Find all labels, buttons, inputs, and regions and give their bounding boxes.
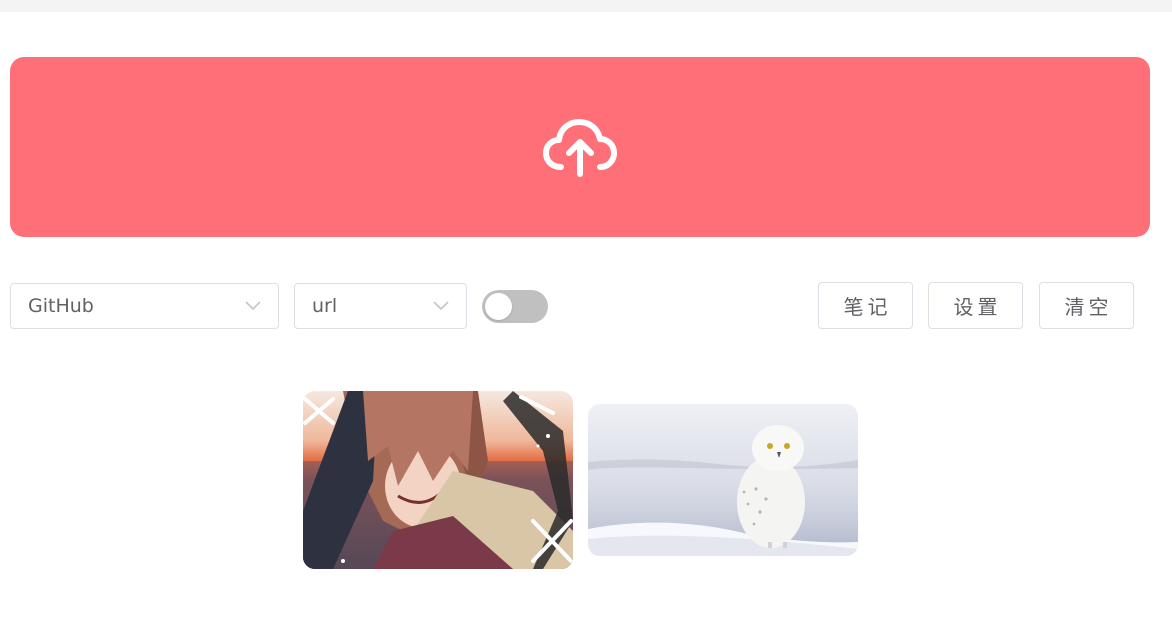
anime-illustration-image <box>303 391 573 569</box>
toggle-knob <box>485 293 512 320</box>
snowy-owl-image <box>588 404 858 556</box>
cloud-upload-icon <box>543 119 617 177</box>
upload-dropzone[interactable] <box>10 57 1150 237</box>
image-thumbnail-owl[interactable] <box>588 404 858 556</box>
format-select[interactable]: url <box>294 283 467 329</box>
host-select[interactable]: GitHub <box>10 283 279 329</box>
clear-button[interactable]: 清空 <box>1039 282 1134 329</box>
settings-button[interactable]: 设置 <box>928 282 1023 329</box>
notes-button[interactable]: 笔记 <box>818 282 913 329</box>
format-select-value: url <box>312 295 338 317</box>
chevron-down-icon <box>433 301 449 311</box>
chevron-down-icon <box>245 301 261 311</box>
host-select-value: GitHub <box>28 295 94 317</box>
image-thumbnail-anime[interactable] <box>303 391 573 569</box>
toggle-switch[interactable] <box>482 290 548 323</box>
top-strip <box>0 0 1172 12</box>
